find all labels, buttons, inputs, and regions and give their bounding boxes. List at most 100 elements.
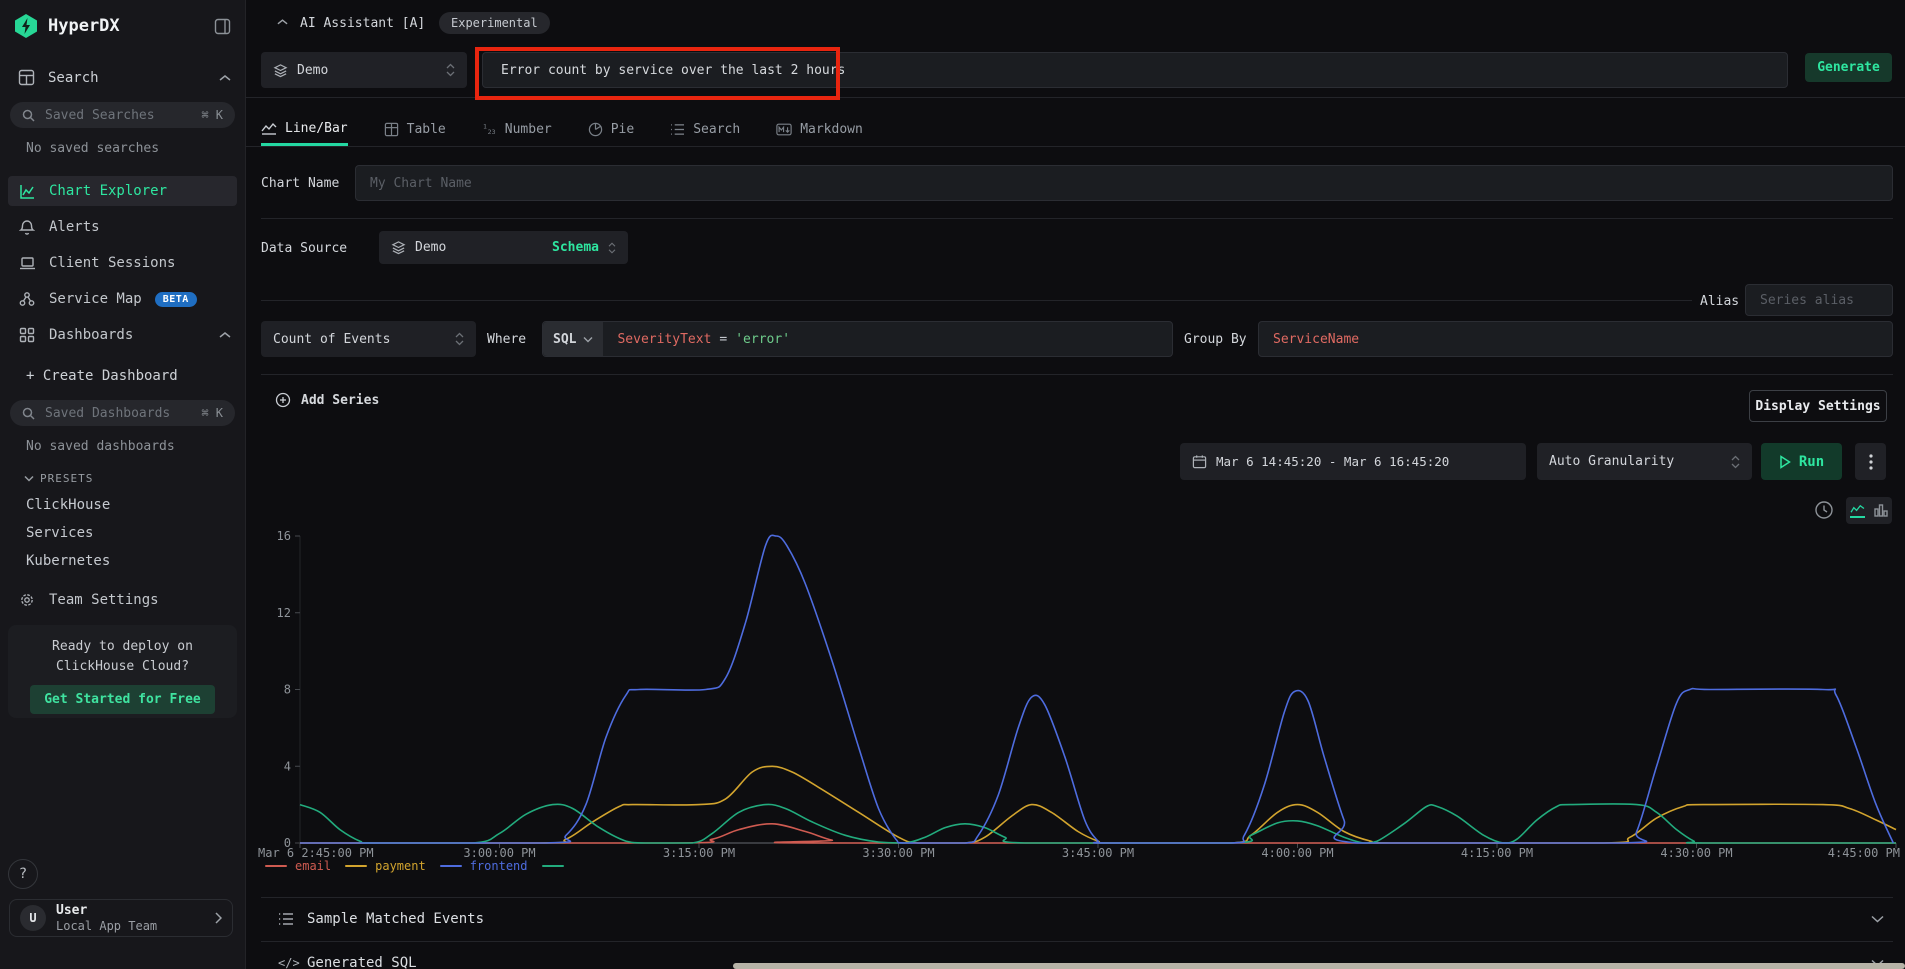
sidebar-item-chart-explorer[interactable]: Chart Explorer (8, 176, 237, 206)
time-toggle-button[interactable] (1814, 500, 1834, 520)
preset-kubernetes[interactable]: Kubernetes (26, 553, 245, 569)
tab-label: Markdown (800, 122, 863, 137)
horizontal-scrollbar[interactable] (733, 963, 1905, 969)
alias-label: Alias (1700, 294, 1739, 309)
sidebar-item-service-map[interactable]: Service Map BETA (8, 284, 237, 314)
sidebar-item-dashboards[interactable]: Dashboards (8, 320, 231, 350)
where-input-group: SQL SeverityText = 'error' (542, 321, 1173, 357)
sidebar-item-team-settings[interactable]: Team Settings (8, 585, 237, 615)
preset-services[interactable]: Services (26, 525, 245, 541)
run-button[interactable]: Run (1761, 443, 1842, 480)
sidebar-item-client-sessions[interactable]: Client Sessions (8, 248, 237, 278)
legend-item[interactable]: frontend (440, 859, 528, 873)
chart-name-input[interactable] (368, 175, 1880, 192)
chart-type-tabs: Line/Bar Table 123 Number Pie (261, 113, 863, 146)
where-expression[interactable]: SeverityText = 'error' (603, 332, 790, 347)
search-section-label: Search (48, 70, 99, 86)
legend-item[interactable]: email (265, 859, 331, 873)
shortcut-badge: ⌘ K (201, 406, 223, 420)
pie-chart-icon (588, 122, 603, 137)
sql-operator-token: = (719, 332, 727, 347)
tab-markdown[interactable]: Markdown (776, 113, 863, 146)
get-started-button[interactable]: Get Started for Free (30, 685, 215, 714)
aggregation-select[interactable]: Count of Events (261, 321, 476, 357)
logo-row: HyperDX (0, 0, 245, 39)
sql-language-select[interactable]: SQL (543, 322, 603, 356)
saved-dashboards-field[interactable] (43, 405, 193, 422)
alias-input[interactable] (1758, 292, 1880, 309)
presets-label: PRESETS (40, 472, 93, 485)
tab-number[interactable]: 123 Number (482, 113, 552, 146)
chevron-down-icon (583, 336, 593, 343)
granularity-select[interactable]: Auto Granularity (1537, 443, 1752, 480)
ai-prompt-input-wrap (482, 52, 1788, 88)
svg-text:3:15:00 PM: 3:15:00 PM (663, 846, 735, 860)
user-team: Local App Team (56, 919, 204, 933)
help-button[interactable]: ? (8, 859, 38, 889)
svg-text:3:45:00 PM: 3:45:00 PM (1062, 846, 1134, 860)
add-series-button[interactable]: Add Series (275, 392, 379, 408)
sidebar-item-search[interactable]: Search (18, 69, 231, 86)
svg-text:4:15:00 PM: 4:15:00 PM (1461, 846, 1533, 860)
group-by-label: Group By (1184, 332, 1247, 347)
chart-explorer-icon (18, 183, 36, 200)
legend-item[interactable]: payment (345, 859, 426, 873)
preset-clickhouse[interactable]: ClickHouse (26, 497, 245, 513)
select-chevrons-icon (1731, 455, 1740, 469)
client-sessions-label: Client Sessions (49, 255, 175, 271)
clock-icon (1814, 500, 1834, 520)
data-source-select[interactable]: Demo Schema (379, 231, 628, 264)
ai-prompt-input[interactable] (499, 62, 1775, 79)
app-root: HyperDX Search ⌘ K No saved searches (0, 0, 1905, 969)
line-style-button[interactable] (1850, 503, 1865, 518)
chevron-down-icon (24, 475, 34, 482)
sidebar-item-alerts[interactable]: Alerts (8, 212, 237, 242)
run-label: Run (1799, 454, 1824, 470)
chart-explorer-label: Chart Explorer (49, 183, 167, 199)
display-settings-button[interactable]: Display Settings (1749, 390, 1887, 422)
presets-header[interactable]: PRESETS (24, 472, 245, 485)
code-icon: </> (278, 956, 300, 969)
line-chart-icon (261, 121, 277, 135)
chart-name-input-wrap (355, 165, 1893, 201)
magnifier-icon (22, 109, 35, 122)
user-name: User (56, 903, 204, 919)
tab-line-bar[interactable]: Line/Bar (261, 113, 348, 146)
date-range-picker[interactable]: Mar 6 14:45:20 - Mar 6 16:45:20 (1180, 443, 1526, 480)
beta-badge: BETA (155, 292, 197, 307)
laptop-icon (18, 256, 36, 271)
group-by-input[interactable]: ServiceName (1258, 321, 1893, 357)
sidebar-collapse-icon[interactable] (214, 18, 231, 35)
saved-searches-input[interactable]: ⌘ K (10, 102, 235, 128)
collapse-assistant-icon[interactable] (277, 18, 288, 26)
clickhouse-cloud-card: Ready to deploy on ClickHouse Cloud? Get… (8, 625, 237, 718)
legend-label: payment (375, 859, 426, 873)
svg-text:16: 16 (277, 530, 291, 543)
chart-svg[interactable]: 0481216Mar 6 2:45:00 PM3:00:00 PM3:15:00… (255, 530, 1901, 862)
bar-style-button[interactable] (1874, 504, 1888, 517)
chevron-up-icon (219, 331, 231, 339)
user-menu[interactable]: U User Local App Team (9, 899, 233, 937)
avatar: U (20, 905, 46, 931)
sample-matched-events-section[interactable]: Sample Matched Events (245, 897, 1905, 941)
ai-source-select[interactable]: Demo (261, 52, 467, 88)
dashboards-label: Dashboards (49, 327, 133, 343)
create-dashboard-button[interactable]: + Create Dashboard (26, 368, 245, 384)
app-logo-text: HyperDX (48, 16, 204, 36)
tab-pie[interactable]: Pie (588, 113, 634, 146)
saved-dashboards-input[interactable]: ⌘ K (10, 400, 235, 426)
chart-legend: email payment frontend (265, 859, 564, 873)
dots-vertical-icon (1869, 454, 1873, 470)
plus-circle-icon (275, 392, 291, 408)
generate-button[interactable]: Generate (1805, 53, 1892, 82)
chevron-down-icon (1871, 915, 1884, 923)
legend-item[interactable] (542, 865, 564, 867)
tab-label: Number (505, 122, 552, 137)
tab-search[interactable]: Search (670, 113, 740, 146)
sql-string-token: 'error' (735, 332, 790, 347)
tab-table[interactable]: Table (384, 113, 446, 146)
saved-searches-field[interactable] (43, 107, 193, 124)
team-settings-label: Team Settings (49, 592, 159, 608)
more-options-button[interactable] (1855, 443, 1886, 480)
schema-link[interactable]: Schema (552, 240, 599, 255)
